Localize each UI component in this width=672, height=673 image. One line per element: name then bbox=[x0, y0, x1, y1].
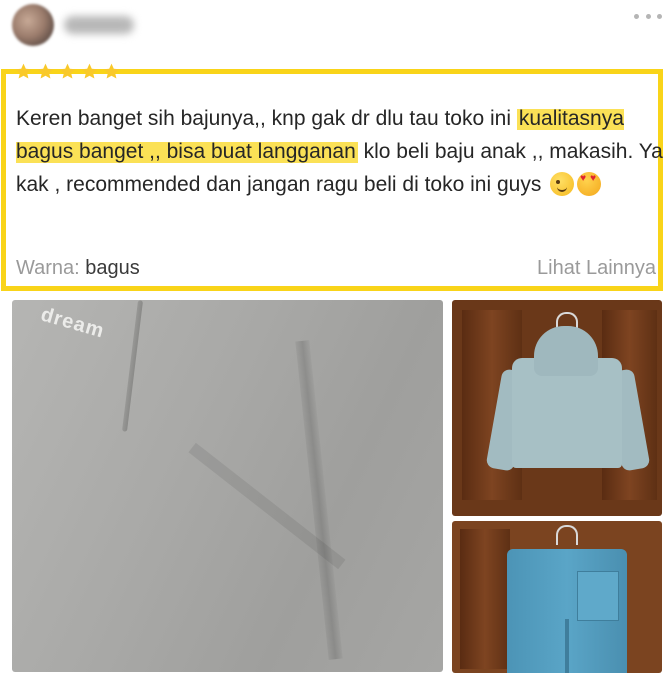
star-icon bbox=[81, 63, 98, 79]
dot bbox=[657, 13, 662, 19]
more-dots-icon[interactable] bbox=[634, 10, 662, 22]
jeans bbox=[507, 549, 627, 673]
hoodie-drawstring bbox=[121, 300, 144, 432]
review-photo-hoodie[interactable] bbox=[452, 300, 662, 516]
jeans-seam bbox=[565, 619, 569, 673]
review-photo-jeans[interactable] bbox=[452, 521, 662, 673]
dot bbox=[645, 13, 651, 19]
review-card: Keren banget sih bajunya,, knp gak dr dl… bbox=[1, 69, 663, 291]
winking-face-emoji bbox=[550, 172, 575, 196]
star-icon bbox=[37, 63, 54, 79]
variation-label: Warna: bbox=[16, 257, 80, 279]
dot bbox=[634, 13, 639, 19]
variation-info: Warna: bagus bbox=[16, 257, 140, 280]
avatar[interactable] bbox=[12, 4, 54, 46]
hanger-icon bbox=[556, 525, 578, 545]
star-icon bbox=[15, 63, 32, 79]
star-rating bbox=[14, 62, 121, 84]
username-blurred[interactable] bbox=[64, 16, 134, 34]
review-header bbox=[0, 0, 672, 62]
review-text: Keren banget sih bajunya,, knp gak dr dl… bbox=[16, 102, 666, 201]
jeans-pocket bbox=[577, 571, 619, 621]
variation-value: bagus bbox=[85, 257, 140, 279]
fabric-fold bbox=[295, 340, 343, 660]
review-text-part1: Keren banget sih bajunya,, knp gak dr dl… bbox=[16, 107, 511, 130]
heart-eyes-emoji bbox=[577, 172, 602, 196]
star-icon bbox=[59, 63, 76, 79]
sweater-logo-text: dream bbox=[38, 303, 107, 343]
hoodie-hood bbox=[534, 326, 598, 376]
wood-panel bbox=[460, 529, 510, 669]
star-icon bbox=[103, 63, 120, 79]
see-more-link[interactable]: Lihat Lainnya bbox=[537, 257, 656, 280]
review-photo-main[interactable]: dream bbox=[12, 300, 443, 672]
